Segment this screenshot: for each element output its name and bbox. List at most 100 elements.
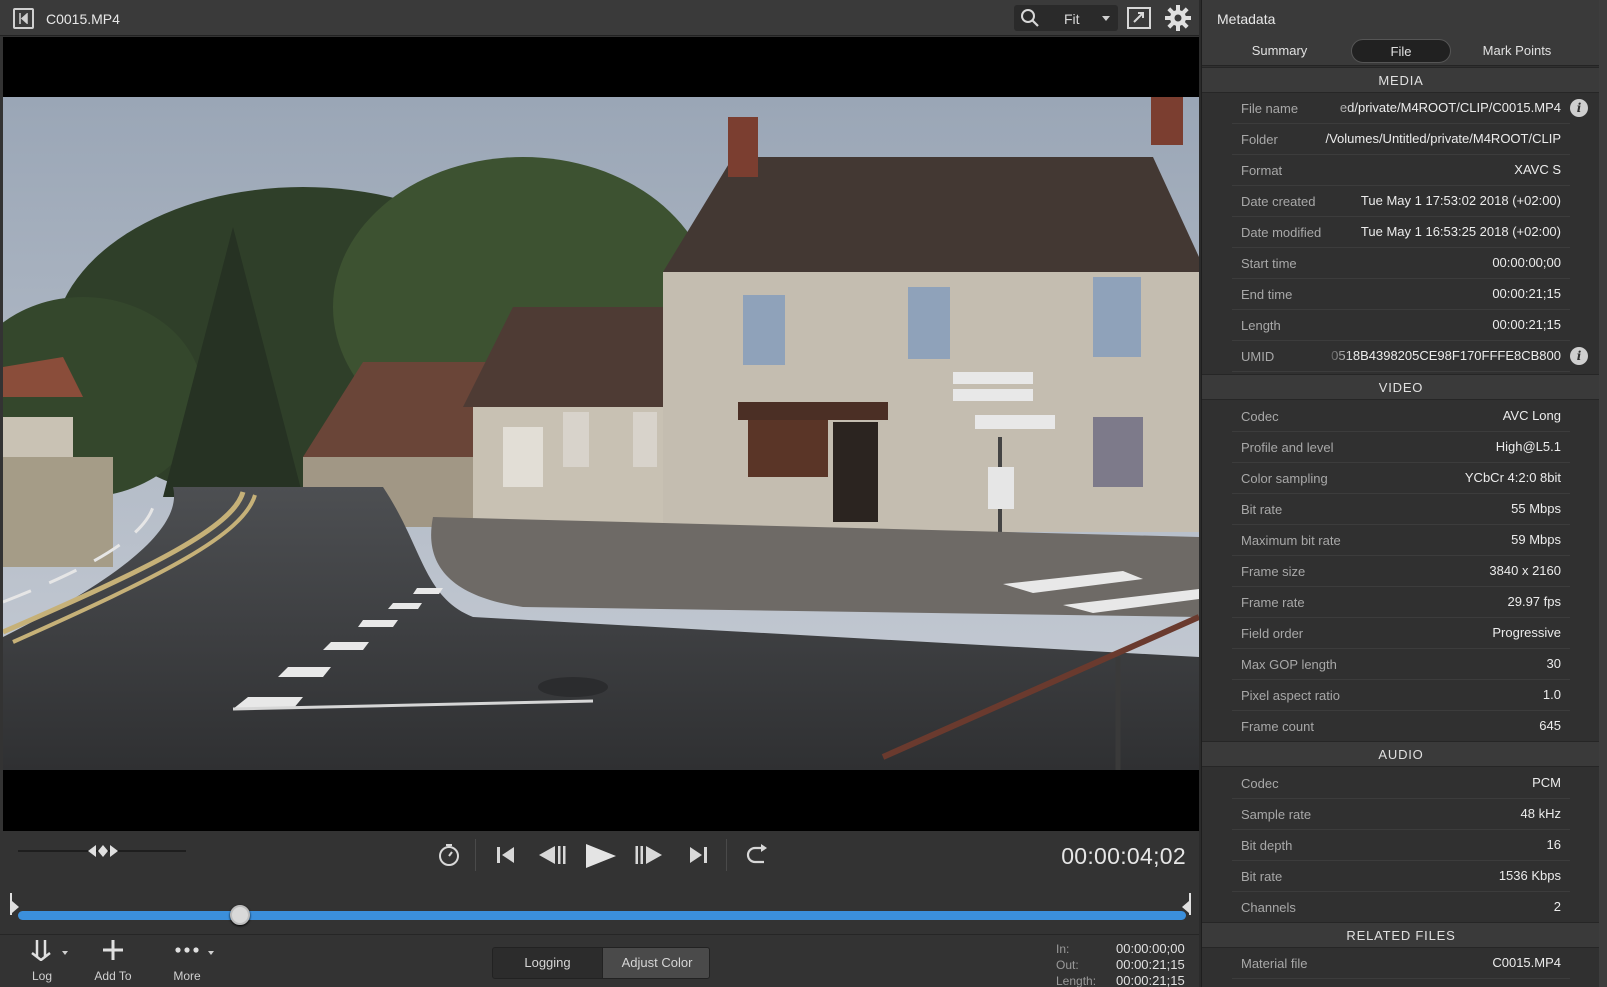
viewer-pane: C0015.MP4 Fit 00:00:04;02 Log Add To Mor… — [0, 0, 1199, 987]
zoom-dropdown[interactable]: Fit — [1014, 5, 1118, 31]
metadata-key: Bit depth — [1241, 838, 1293, 853]
metadata-key: Field order — [1241, 626, 1304, 641]
play-icon[interactable] — [584, 843, 618, 869]
metadata-row: Date created Tue May 1 17:53:02 2018 (+02… — [1202, 186, 1600, 217]
adjust-color-tab[interactable]: Adjust Color — [602, 948, 709, 978]
metadata-key: Frame rate — [1241, 595, 1305, 610]
more-label: More — [173, 969, 201, 983]
timer-icon[interactable] — [437, 843, 461, 867]
metadata-value: 3840 x 2160 — [1489, 563, 1561, 578]
metadata-row: Codec PCM — [1202, 768, 1600, 799]
metadata-key: Material file — [1241, 956, 1308, 971]
metadata-row: Bit depth 16 — [1202, 830, 1600, 861]
metadata-value: 59 Mbps — [1511, 532, 1561, 547]
divider — [1232, 371, 1570, 372]
tab-summary[interactable]: Summary — [1222, 39, 1337, 63]
chevron-down-icon[interactable] — [62, 951, 68, 955]
metadata-row: Material file C0015.MP4 — [1202, 948, 1600, 979]
metadata-row: Format XAVC S — [1202, 155, 1600, 186]
metadata-value: XAVC S — [1514, 162, 1561, 177]
playhead-handle[interactable] — [229, 905, 250, 925]
bottom-toolbar: Log Add To More Logging Adjust Color In:… — [0, 934, 1199, 987]
metadata-value: AVC Long — [1502, 408, 1561, 423]
skip-end-icon[interactable] — [686, 843, 710, 867]
metadata-value: Tue May 1 16:53:25 2018 (+02:00) — [1360, 224, 1561, 239]
metadata-value: 00:00:00;00 — [1492, 255, 1561, 270]
log-icon — [31, 940, 51, 962]
metadata-key: Length — [1241, 318, 1281, 333]
metadata-value: 30 — [1546, 656, 1561, 671]
in-label: In: — [1056, 942, 1070, 956]
metadata-value: C0015.MP4 — [1492, 955, 1561, 970]
step-forward-icon[interactable] — [634, 843, 664, 867]
metadata-row: Max GOP length 30 — [1202, 649, 1600, 680]
out-point-marker[interactable] — [1181, 893, 1191, 915]
loop-icon[interactable] — [743, 843, 769, 867]
fullscreen-icon[interactable] — [1127, 7, 1151, 29]
metadata-value: 1536 Kbps — [1498, 868, 1561, 883]
metadata-tabs: Summary File Mark Points — [1202, 36, 1600, 66]
chevron-down-icon[interactable] — [1102, 16, 1110, 21]
metadata-key: File name — [1241, 101, 1299, 116]
shuttle-slider[interactable] — [18, 845, 186, 857]
metadata-row: Color sampling YCbCr 4:2:0 8bit — [1202, 463, 1600, 494]
metadata-row: Pixel aspect ratio 1.0 — [1202, 680, 1600, 711]
log-button[interactable]: Log — [20, 939, 68, 983]
metadata-row: Codec AVC Long — [1202, 401, 1600, 432]
metadata-key: Start time — [1241, 256, 1297, 271]
metadata-row: UMID 00C40518B4398205CE98F170FFFE8CB800 i — [1202, 341, 1600, 372]
metadata-value: 645 — [1539, 718, 1561, 733]
gear-icon[interactable] — [1165, 5, 1191, 31]
metadata-key: Channels — [1241, 900, 1296, 915]
add-to-button[interactable]: Add To — [90, 939, 136, 983]
info-icon[interactable]: i — [1570, 99, 1588, 117]
metadata-key: End time — [1241, 287, 1293, 302]
metadata-value: 55 Mbps — [1511, 501, 1561, 516]
metadata-row: Folder/Volumes/Untitled/private/M4ROOT/C… — [1202, 124, 1600, 155]
divider — [726, 839, 727, 871]
divider — [1232, 978, 1570, 979]
search-icon[interactable] — [1020, 8, 1040, 28]
mode-switch: Logging Adjust Color — [492, 947, 710, 979]
metadata-header: Metadata — [1202, 0, 1600, 36]
length-value: 00:00:21;15 — [1116, 973, 1185, 987]
video-canvas[interactable] — [3, 37, 1199, 831]
metadata-value: ed/private/M4ROOT/CLIP/C0015.MP4 — [1339, 100, 1561, 115]
timeline-track[interactable] — [18, 911, 1186, 920]
tab-mark-points[interactable]: Mark Points — [1452, 39, 1582, 63]
metadata-row: Profile and level High@L5.1 — [1202, 432, 1600, 463]
logging-tab[interactable]: Logging — [493, 948, 602, 978]
metadata-key: Frame size — [1241, 564, 1306, 579]
tab-file[interactable]: File — [1351, 39, 1451, 63]
metadata-value: PCM — [1532, 775, 1561, 790]
in-value: 00:00:00;00 — [1116, 941, 1185, 956]
section-header-video: VIDEO — [1202, 374, 1600, 400]
more-icon — [175, 947, 199, 953]
more-button[interactable]: More — [166, 939, 214, 983]
metadata-value: Tue May 1 17:53:02 2018 (+02:00) — [1360, 193, 1561, 208]
metadata-value: 00C40518B4398205CE98F170FFFE8CB800 — [1331, 348, 1561, 363]
panel-scrollbar[interactable] — [1599, 0, 1607, 987]
shuttle-icon[interactable] — [88, 842, 118, 860]
metadata-value: 2 — [1553, 899, 1561, 914]
metadata-key: Codec — [1241, 409, 1279, 424]
metadata-key: Folder — [1241, 132, 1278, 147]
video-frame-image — [3, 97, 1199, 770]
metadata-value: 48 kHz — [1520, 806, 1561, 821]
skip-start-icon[interactable] — [494, 843, 518, 867]
step-back-icon[interactable] — [537, 843, 567, 867]
zoom-value[interactable]: Fit — [1064, 11, 1080, 27]
section-header-audio: AUDIO — [1202, 741, 1600, 767]
metadata-key: Format — [1241, 163, 1283, 178]
metadata-row: Date modified Tue May 1 16:53:25 2018 (+0… — [1202, 217, 1600, 248]
metadata-value: 00:00:21;15 — [1492, 317, 1561, 332]
timeline-scrubber[interactable] — [0, 879, 1199, 934]
chevron-down-icon[interactable] — [208, 951, 214, 955]
metadata-row: Frame count 645 — [1202, 711, 1600, 742]
info-icon[interactable]: i — [1570, 347, 1588, 365]
metadata-value: 1.0 — [1542, 687, 1561, 702]
metadata-key: Bit rate — [1241, 502, 1283, 517]
metadata-value: 00:00:21;15 — [1492, 286, 1561, 301]
back-icon[interactable] — [13, 8, 34, 29]
metadata-row: Maximum bit rate 59 Mbps — [1202, 525, 1600, 556]
